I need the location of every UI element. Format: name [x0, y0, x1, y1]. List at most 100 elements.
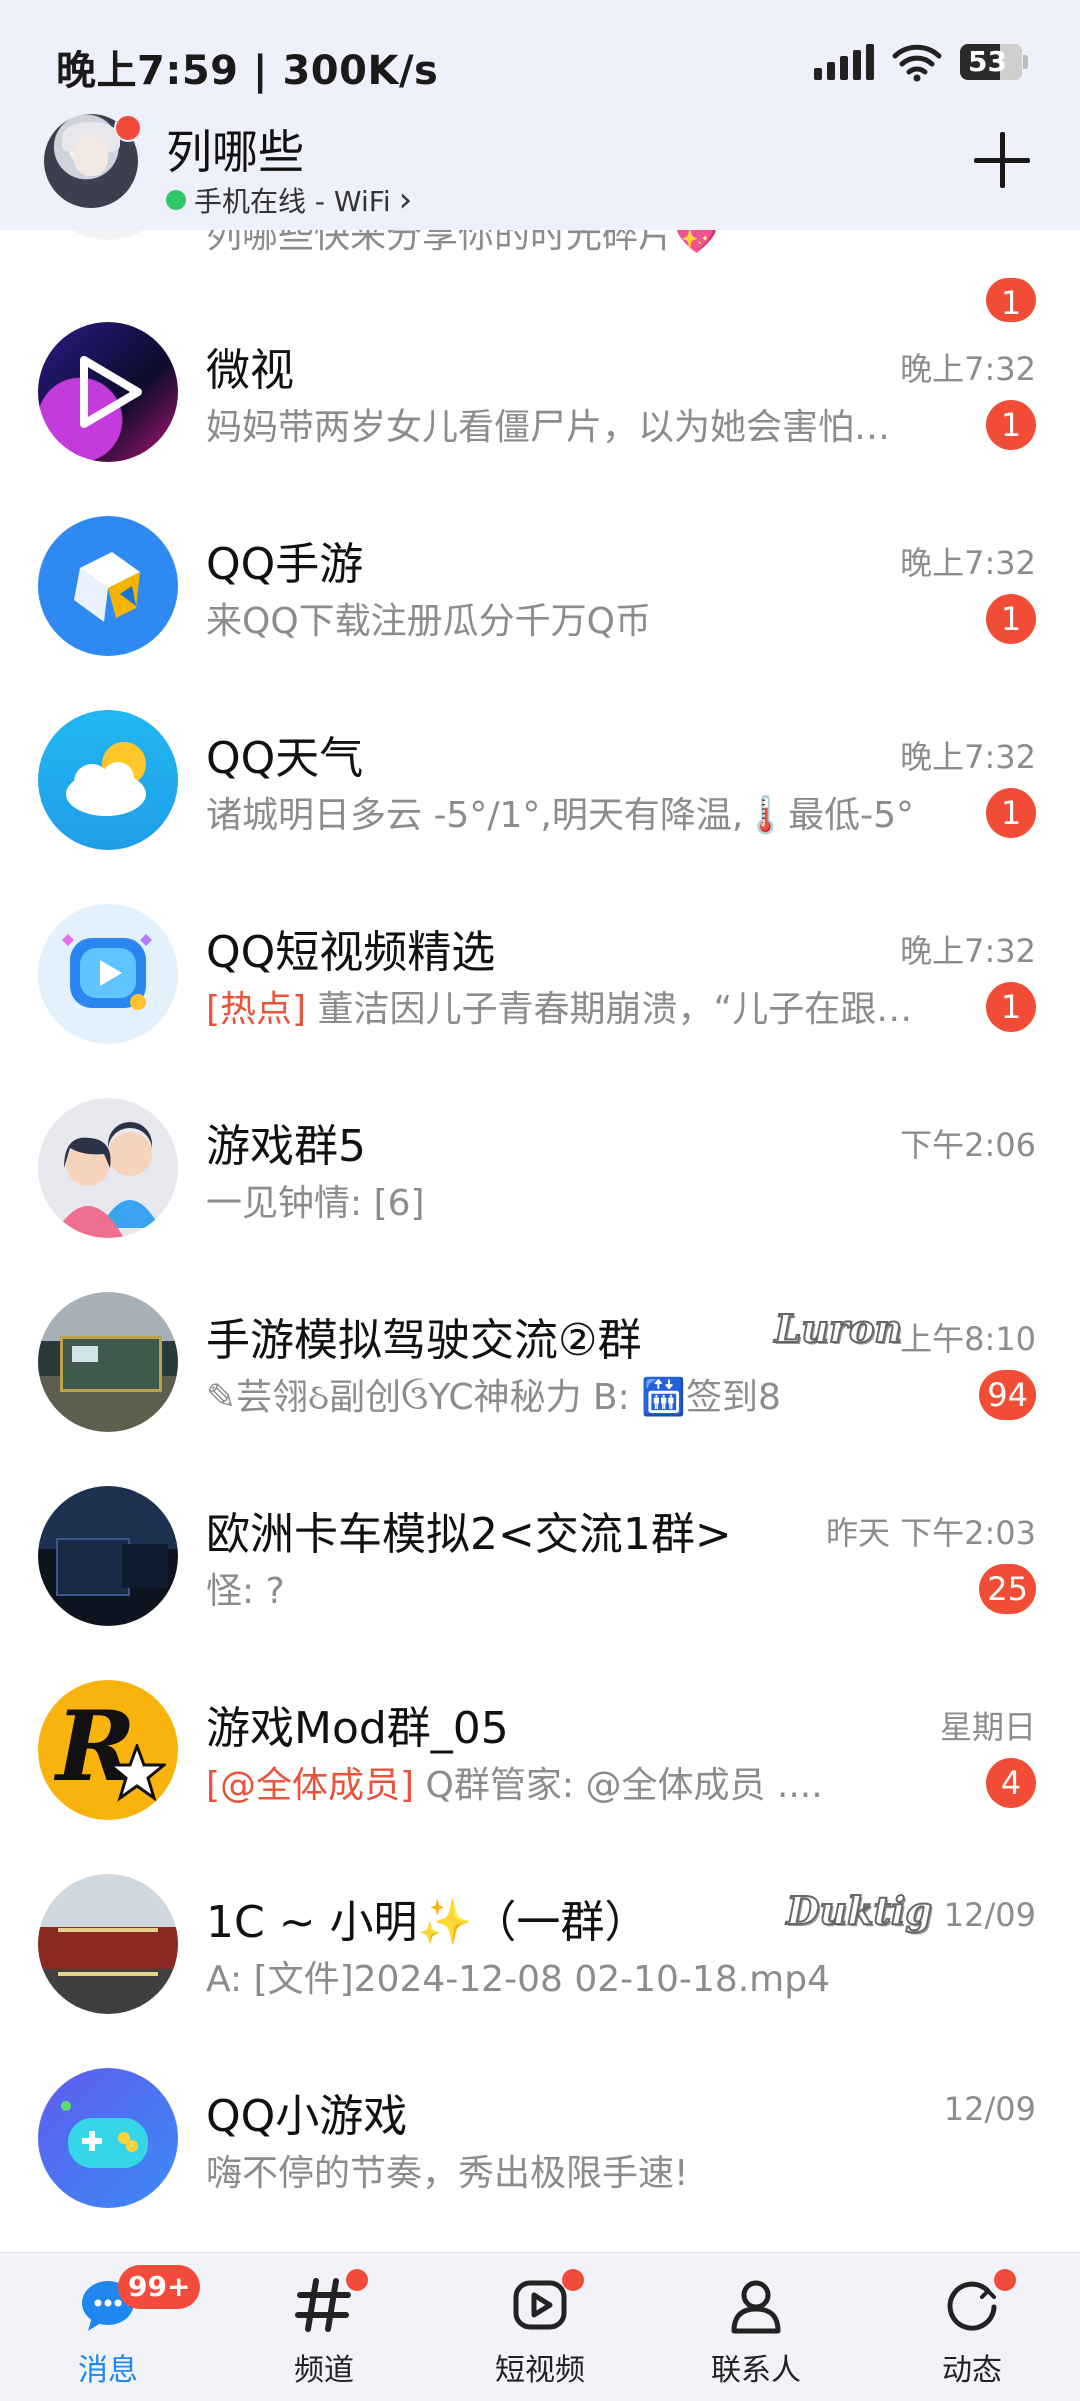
chat-row-game-mod-group[interactable]: R 游戏Mod群_05 星期日 [@全体成员] Q群管家: @全体成员 ....… — [0, 1650, 1080, 1844]
chevron-right-icon: › — [398, 180, 413, 220]
moments-icon — [947, 2281, 997, 2331]
chat-preview: 来QQ下载注册瓜分千万Q币 — [206, 601, 652, 642]
chat-time: 上午8:10 — [900, 1320, 1036, 1358]
status-time: 晚上7:59 | 300K/s — [56, 48, 439, 94]
person-icon — [731, 2280, 781, 2334]
weishi-avatar — [38, 322, 178, 462]
chat-title: 1C ~ 小明✨（一群） — [206, 1897, 649, 1948]
video-icon — [513, 2280, 567, 2330]
chat-title: QQ短视频精选 — [206, 927, 496, 978]
chat-row-qq-mini-game[interactable]: QQ小游戏 12/09 嗨不停的节奏，秀出极限手速! — [0, 2038, 1080, 2232]
chat-preview: 怪: ? — [206, 1571, 285, 1612]
truck-avatar — [38, 1486, 178, 1626]
chat-row-driving-sim-group[interactable]: 手游模拟驾驶交流②群 Luron 上午8:10 ✎芸翎ઠ副创ઉYC神秘力 B: … — [0, 1262, 1080, 1456]
chat-title: 游戏Mod群_05 — [206, 1703, 509, 1754]
chat-row-euro-truck-group[interactable]: 欧洲卡车模拟2<交流1群> 昨天 下午2:03 怪: ? 25 — [0, 1456, 1080, 1650]
chat-time: 昨天 下午2:03 — [825, 1514, 1036, 1552]
chat-time: 12/09 — [943, 2090, 1036, 2128]
top-header: 晚上7:59 | 300K/s 53 列哪些 手机在线 - WiFi › — [0, 0, 1080, 230]
chat-time: 晚上7:32 — [900, 544, 1036, 582]
group-sticker: Duktig — [786, 1887, 933, 1934]
nav-label: 消息 — [78, 2353, 138, 2388]
chat-preview: ✎芸翎ઠ副创ઉYC神秘力 B: 🛗签到8 — [206, 1377, 781, 1418]
chat-time: 星期日 — [939, 1708, 1036, 1746]
two-people-icon — [52, 1122, 160, 1238]
wifi-icon — [892, 44, 942, 82]
chat-title: 欧洲卡车模拟2<交流1群> — [206, 1509, 732, 1560]
chat-preview: 一见钟情: [6] — [206, 1183, 425, 1224]
train-avatar — [38, 1292, 178, 1432]
nav-messages[interactable]: 99+ 消息 — [0, 2253, 216, 2401]
chat-row-weishi[interactable]: 微视 晚上7:32 妈妈带两岁女儿看僵尸片，以为她会害怕… 1 — [0, 292, 1080, 486]
sun-cloud-icon — [66, 742, 146, 816]
chat-preview: [热点] 董洁因儿子青春期崩溃，“儿子在跟… — [206, 989, 913, 1030]
status-icons: 53 — [814, 40, 1028, 84]
qq-mini-game-avatar — [38, 2068, 178, 2208]
online-dot-icon — [166, 190, 186, 210]
battery-icon: 53 — [960, 44, 1028, 80]
add-button[interactable] — [972, 130, 1032, 190]
short-video-dot — [562, 2269, 584, 2291]
video-play-icon — [62, 934, 152, 1010]
unread-badge: 4 — [986, 1758, 1036, 1808]
nav-label: 短视频 — [495, 2353, 585, 2388]
profile-name[interactable]: 列哪些 — [166, 116, 304, 182]
chat-title: 微视 — [206, 345, 294, 396]
chat-title: QQ天气 — [206, 733, 364, 784]
battery-level: 53 — [968, 45, 1007, 78]
status-bar: 晚上7:59 | 300K/s 53 — [0, 0, 1080, 120]
chat-title: 手游模拟驾驶交流②群 — [206, 1315, 642, 1366]
profile-notification-dot — [114, 114, 142, 142]
unread-badge: 1 — [986, 982, 1036, 1032]
unread-badge: 25 — [979, 1564, 1036, 1614]
nav-label: 频道 — [294, 2353, 354, 2388]
signal-icon — [814, 44, 874, 80]
channels-dot — [346, 2269, 368, 2291]
online-status-text: 手机在线 - WiFi — [194, 185, 391, 218]
moments-dot — [994, 2269, 1016, 2291]
chat-preview: A: [文件]2024-12-08 02-10-18.mp4 — [206, 1959, 830, 2000]
nav-short-video[interactable]: 短视频 — [432, 2253, 648, 2401]
online-status[interactable]: 手机在线 - WiFi › — [166, 180, 412, 220]
rockstar-avatar: R — [38, 1680, 178, 1820]
nav-moments[interactable]: 动态 — [864, 2253, 1080, 2401]
chat-time: 12/09 — [943, 1896, 1036, 1934]
hot-tag: [热点] — [206, 989, 307, 1030]
qq-short-video-avatar — [38, 904, 178, 1044]
chat-row-qq-weather[interactable]: QQ天气 晚上7:32 诸城明日多云 -5°/1°,明天有降温,🌡️最低-5° … — [0, 680, 1080, 874]
chat-time: 晚上7:32 — [900, 350, 1036, 388]
group-avatar — [38, 1098, 178, 1238]
nav-label: 动态 — [942, 2353, 1002, 2388]
chat-time: 晚上7:32 — [900, 738, 1036, 776]
nav-channels[interactable]: 频道 — [216, 2253, 432, 2401]
chat-preview: 嗨不停的节奏，秀出极限手速! — [206, 2153, 689, 2194]
mention-tag: [@全体成员] — [206, 1765, 415, 1806]
unread-badge: 94 — [979, 1370, 1036, 1420]
nav-contacts[interactable]: 联系人 — [648, 2253, 864, 2401]
qq-weather-avatar — [38, 710, 178, 850]
gamepad-icon — [61, 2101, 148, 2168]
chat-preview: 诸城明日多云 -5°/1°,明天有降温,🌡️最低-5° — [206, 795, 914, 836]
messages-count-badge: 99+ — [118, 2265, 201, 2309]
nav-label: 联系人 — [711, 2353, 801, 2388]
star-icon — [108, 1744, 166, 1802]
chat-row-qq-game[interactable]: QQ手游 晚上7:32 来QQ下载注册瓜分千万Q币 1 — [0, 486, 1080, 680]
qq-game-avatar — [38, 516, 178, 656]
chat-title: QQ小游戏 — [206, 2091, 408, 2142]
chat-title: 游戏群5 — [206, 1121, 366, 1172]
chat-time: 晚上7:32 — [900, 932, 1036, 970]
group-sticker: Luron — [774, 1305, 903, 1352]
unread-badge: 1 — [986, 594, 1036, 644]
bottom-nav: 99+ 消息 频道 短视频 联系人 动态 — [0, 2252, 1080, 2401]
unread-badge: 1 — [986, 400, 1036, 450]
chat-preview: [@全体成员] Q群管家: @全体成员 .... — [206, 1765, 823, 1806]
play-icon — [80, 356, 142, 428]
unread-badge: 1 — [986, 788, 1036, 838]
chat-row-qq-short-video[interactable]: QQ短视频精选 晚上7:32 [热点] 董洁因儿子青春期崩溃，“儿子在跟… 1 — [0, 874, 1080, 1068]
chat-preview: 妈妈带两岁女儿看僵尸片，以为她会害怕… — [206, 407, 891, 448]
chat-row-game-group-5[interactable]: 游戏群5 下午2:06 一见钟情: [6] — [0, 1068, 1080, 1262]
chat-title: QQ手游 — [206, 539, 364, 590]
game-cube-icon — [74, 552, 140, 622]
chat-row-xiaoming-group[interactable]: 1C ~ 小明✨（一群） Duktig 12/09 A: [文件]2024-12… — [0, 1844, 1080, 2038]
hashtag-icon — [295, 2278, 351, 2332]
